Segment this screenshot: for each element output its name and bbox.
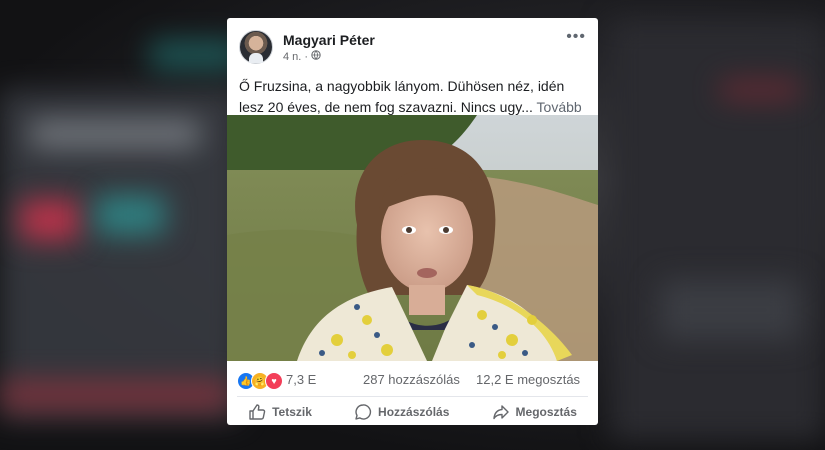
share-arrow-icon <box>492 403 510 421</box>
post-stats: 👍 🤗 ♥ 7,3 E 287 hozzászólás 12,2 E megos… <box>227 368 598 392</box>
post-text: Ő Fruzsina, a nagyobbik lányom. Dühösen … <box>239 76 589 118</box>
thumbs-up-icon <box>248 403 266 421</box>
comment-button[interactable]: Hozzászólás <box>354 403 449 421</box>
reaction-icons[interactable]: 👍 🤗 ♥ <box>237 372 283 390</box>
post-photo[interactable] <box>227 115 598 361</box>
like-label: Tetszik <box>272 405 312 419</box>
share-button[interactable]: Megosztás <box>492 403 577 421</box>
globe-icon <box>311 50 321 63</box>
action-bar: Tetszik Hozzászólás Megosztás <box>227 399 598 425</box>
post-header: Magyari Péter 4 n. · ••• <box>227 18 598 70</box>
facebook-post-card: Magyari Péter 4 n. · ••• Ő Fruzsina, a n… <box>227 18 598 425</box>
post-body: Ő Fruzsina, a nagyobbik lányom. Dühösen … <box>239 78 565 115</box>
more-options-icon[interactable]: ••• <box>566 28 586 46</box>
love-reaction-icon: ♥ <box>265 372 283 390</box>
post-time[interactable]: 4 n. <box>283 51 301 63</box>
post-meta: 4 n. · <box>283 50 321 63</box>
like-button[interactable]: Tetszik <box>248 403 312 421</box>
share-count[interactable]: 12,2 E megosztás <box>476 372 580 387</box>
see-more-link[interactable]: Tovább <box>537 99 582 115</box>
author-name[interactable]: Magyari Péter <box>283 32 375 48</box>
comment-bubble-icon <box>354 403 372 421</box>
separator-dot: · <box>304 50 309 63</box>
share-label: Megosztás <box>515 405 577 419</box>
reaction-count[interactable]: 7,3 E <box>286 372 316 387</box>
author-avatar[interactable] <box>239 30 273 64</box>
comment-label: Hozzászólás <box>378 405 450 419</box>
divider <box>237 396 588 397</box>
comment-count[interactable]: 287 hozzászólás <box>363 372 460 387</box>
